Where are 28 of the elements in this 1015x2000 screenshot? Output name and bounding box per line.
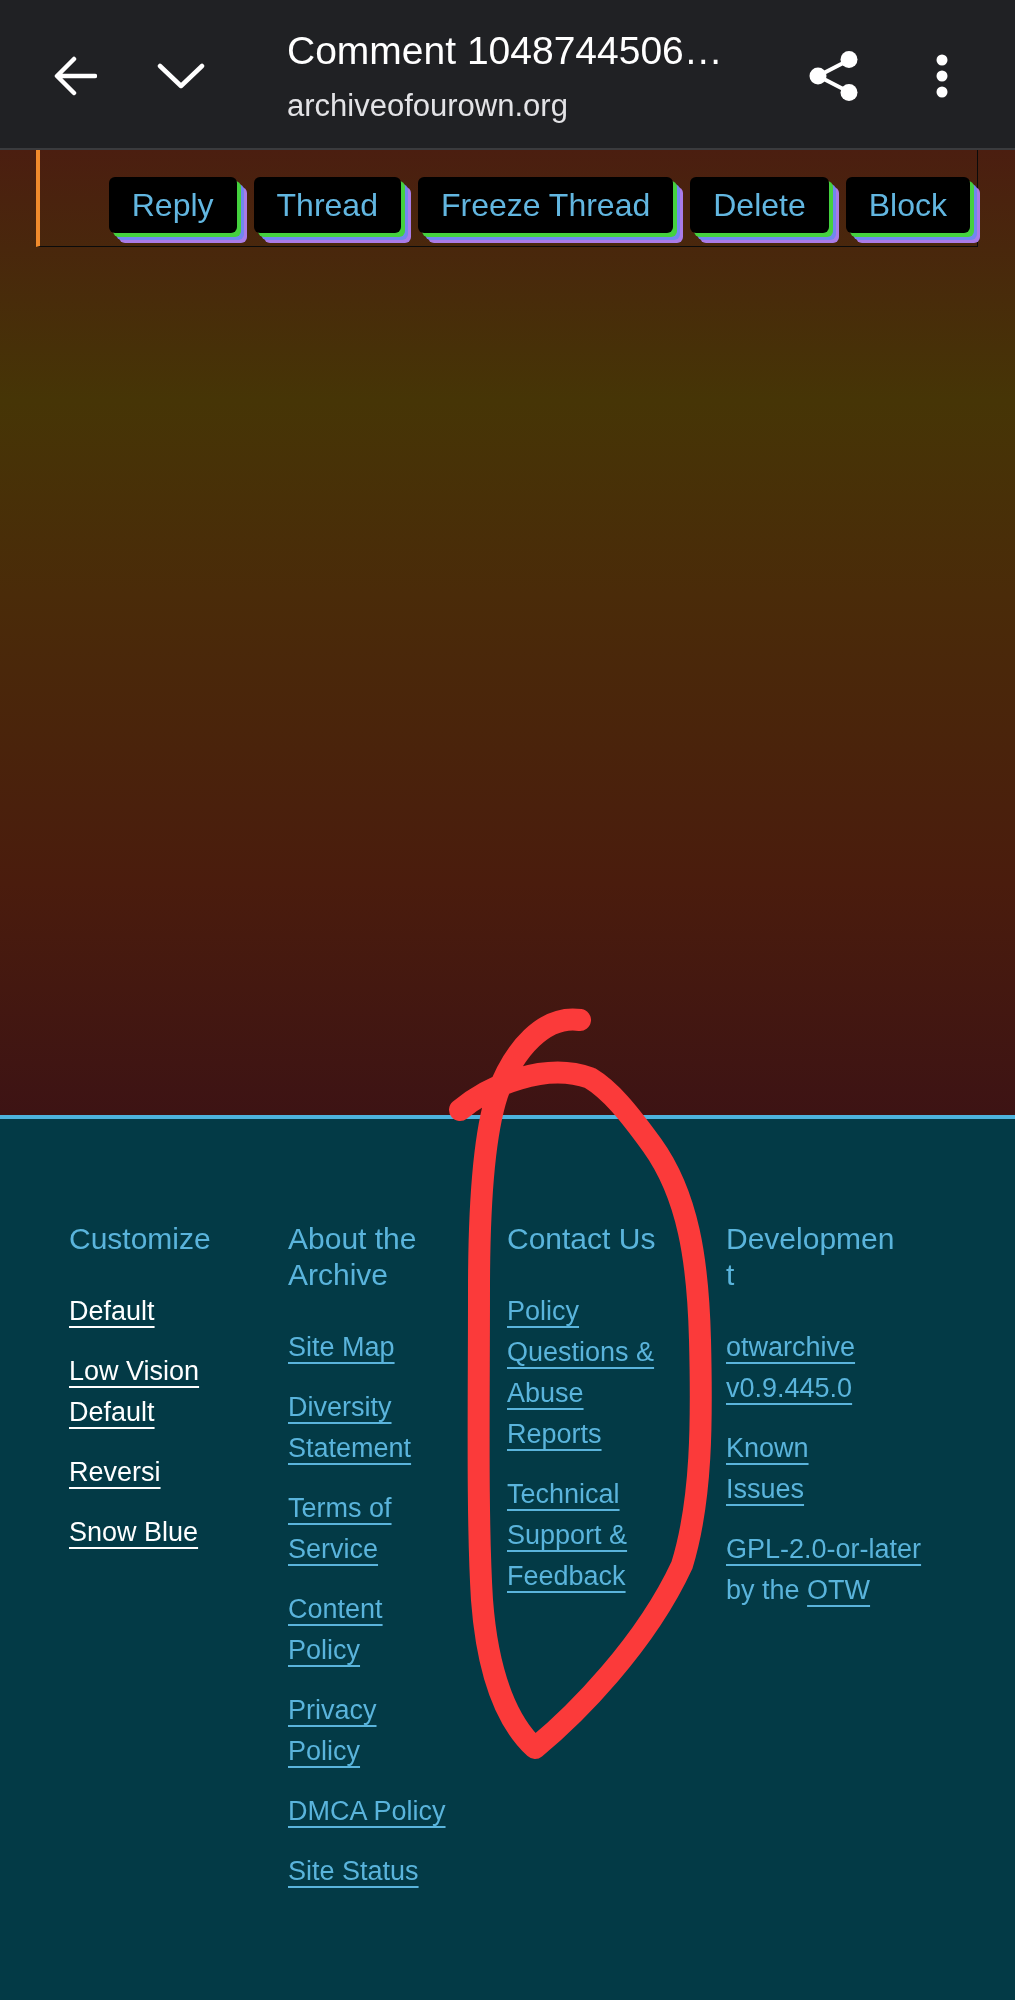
- footer-link[interactable]: OTW: [807, 1575, 871, 1605]
- more-options-icon[interactable]: [935, 54, 949, 98]
- skin-option-button[interactable]: Reversi: [69, 1452, 161, 1493]
- skin-option-button[interactable]: Default: [69, 1291, 155, 1332]
- footer-heading: Development: [726, 1221, 896, 1293]
- back-icon[interactable]: [53, 56, 97, 96]
- footer-link[interactable]: Terms of Service: [288, 1488, 451, 1570]
- skin-option-button[interactable]: Low Vision Default: [69, 1351, 232, 1433]
- footer-link[interactable]: Policy Questions & Abuse Reports: [507, 1291, 670, 1455]
- footer-link[interactable]: DMCA Policy: [288, 1791, 446, 1832]
- footer-link[interactable]: Site Map: [288, 1327, 395, 1368]
- skin-option-button[interactable]: Snow Blue: [69, 1512, 199, 1553]
- chevron-down-icon[interactable]: [157, 63, 205, 89]
- footer-heading: Customize: [69, 1221, 211, 1257]
- share-icon[interactable]: [809, 51, 859, 101]
- license-notice: GPL-2.0-or-later by the OTW: [726, 1533, 923, 1607]
- footer-link[interactable]: Diversity Statement: [288, 1387, 451, 1469]
- footer-link[interactable]: Content Policy: [288, 1589, 451, 1671]
- footer-link[interactable]: Technical Support & Feedback: [507, 1474, 670, 1597]
- page-url: archiveofourown.org: [287, 87, 569, 125]
- footer-heading: Contact Us: [507, 1221, 656, 1257]
- footer-link[interactable]: Site Status: [288, 1851, 419, 1892]
- page-title: Comment 1048744506…: [287, 28, 723, 74]
- footer-link[interactable]: Privacy Policy: [288, 1690, 451, 1772]
- footer-link[interactable]: GPL-2.0-or-later: [726, 1534, 922, 1564]
- footer-link[interactable]: otwarchive v0.9.445.0: [726, 1327, 889, 1409]
- footer-link[interactable]: Known Issues: [726, 1428, 889, 1510]
- footer-heading: About the Archive: [288, 1221, 418, 1293]
